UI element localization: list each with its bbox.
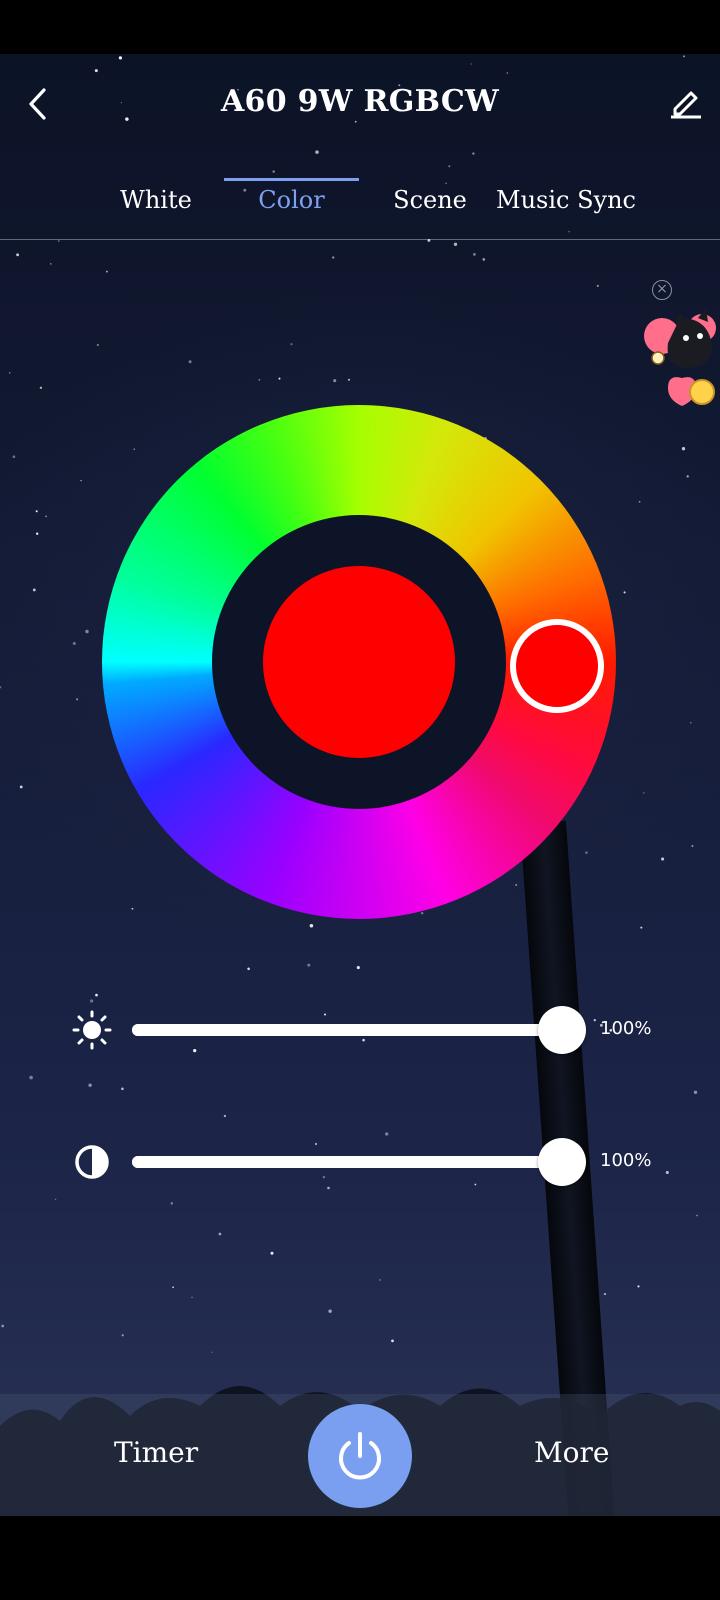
- cat-mascot-icon[interactable]: [640, 308, 720, 408]
- star: [191, 1296, 193, 1299]
- page-title: A60 9W RGBCW: [220, 84, 500, 119]
- saturation-slider-thumb[interactable]: [538, 1138, 586, 1186]
- sun-icon: [72, 1010, 112, 1050]
- star: [32, 588, 36, 592]
- saturation-slider-fill: [132, 1156, 562, 1168]
- star: [36, 532, 39, 535]
- star: [0, 686, 2, 689]
- star: [356, 966, 360, 970]
- tab-color[interactable]: Color: [224, 164, 359, 234]
- star: [188, 360, 192, 364]
- star: [29, 1075, 33, 1080]
- star: [290, 343, 293, 346]
- star: [333, 379, 337, 383]
- star: [681, 447, 686, 451]
- header: A60 9W RGBCW: [0, 54, 720, 154]
- star: [45, 515, 47, 518]
- star: [691, 845, 694, 847]
- system-navigation-bar: [0, 1516, 720, 1600]
- app-screen: A60 9W RGBCW White Color Scene Music Syn…: [0, 54, 720, 1516]
- star: [80, 479, 82, 482]
- color-wheel: [102, 405, 616, 919]
- star: [603, 1293, 607, 1296]
- star: [247, 967, 250, 971]
- star: [85, 629, 89, 634]
- status-bar: [0, 0, 720, 54]
- power-icon: [339, 1432, 381, 1480]
- edit-button[interactable]: [664, 80, 708, 124]
- star: [223, 1114, 227, 1118]
- star: [258, 378, 261, 381]
- star: [76, 698, 79, 701]
- more-button[interactable]: More: [534, 1436, 609, 1469]
- mode-tabs: White Color Scene Music Sync: [0, 164, 720, 294]
- brightness-slider-thumb[interactable]: [538, 1006, 586, 1054]
- star: [19, 785, 23, 789]
- star: [96, 343, 100, 347]
- half-circle-icon: [75, 1145, 109, 1179]
- star: [35, 510, 38, 513]
- star: [278, 377, 281, 380]
- star: [690, 722, 692, 724]
- star: [12, 455, 16, 459]
- star: [172, 1286, 174, 1289]
- star: [88, 1083, 92, 1087]
- star: [270, 1251, 274, 1255]
- star: [693, 1090, 698, 1095]
- star: [661, 857, 665, 861]
- pencil-icon: [671, 91, 701, 119]
- star: [696, 1214, 698, 1217]
- star: [121, 1087, 124, 1091]
- star: [218, 1232, 222, 1236]
- star: [95, 993, 98, 997]
- star: [347, 378, 351, 381]
- star: [1, 1324, 5, 1328]
- star: [39, 386, 43, 389]
- star: [307, 963, 311, 967]
- brightness-value: 100%: [600, 1018, 652, 1039]
- hue-picker-handle[interactable]: [510, 619, 604, 713]
- star: [391, 1339, 394, 1343]
- saturation-slider[interactable]: [132, 1138, 586, 1186]
- star: [170, 1202, 173, 1205]
- chevron-left-icon: [29, 88, 46, 120]
- floating-ad: ×: [640, 280, 720, 410]
- star: [643, 792, 645, 794]
- star: [379, 1279, 381, 1281]
- brightness-slider[interactable]: [132, 1006, 586, 1054]
- power-button[interactable]: [308, 1404, 412, 1508]
- star: [637, 1285, 640, 1288]
- timer-button[interactable]: Timer: [114, 1436, 198, 1469]
- tab-scene[interactable]: Scene: [380, 164, 480, 234]
- tab-music-sync[interactable]: Music Sync: [494, 164, 638, 234]
- tabs-divider: [0, 239, 720, 240]
- saturation-value: 100%: [600, 1150, 652, 1171]
- star: [8, 372, 11, 374]
- star: [623, 591, 626, 594]
- selected-color-preview: [263, 566, 455, 758]
- star: [121, 1334, 124, 1337]
- star: [54, 1198, 57, 1201]
- close-circle-icon[interactable]: ×: [652, 280, 672, 300]
- star: [686, 475, 689, 478]
- star: [211, 1351, 213, 1353]
- back-button[interactable]: [18, 76, 58, 132]
- brightness-slider-fill: [132, 1024, 562, 1036]
- active-tab-indicator: [224, 178, 359, 181]
- saturation-slider-row: 100%: [0, 1132, 720, 1192]
- star: [309, 923, 314, 928]
- star: [328, 1309, 332, 1313]
- tab-white[interactable]: White: [100, 164, 212, 234]
- brightness-slider-row: 100%: [0, 1000, 720, 1060]
- star: [640, 926, 643, 929]
- star: [72, 641, 76, 646]
- star: [638, 500, 641, 503]
